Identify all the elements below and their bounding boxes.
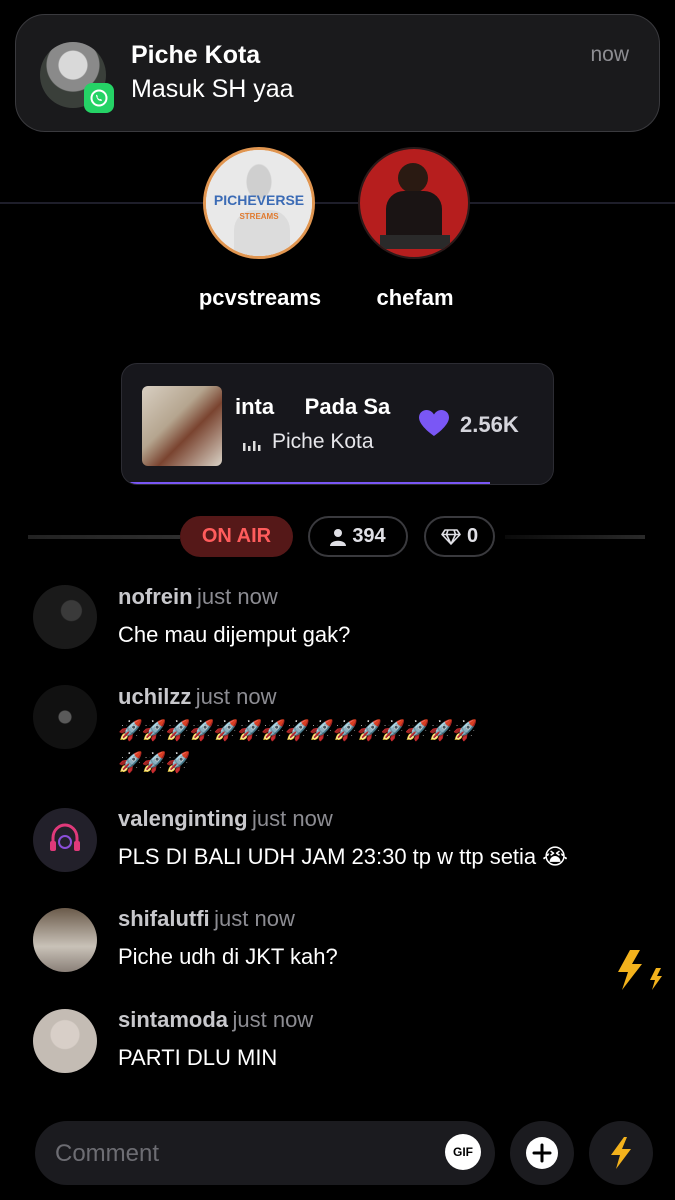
progress-bar <box>122 482 490 484</box>
avatar[interactable] <box>33 585 97 649</box>
header-divider <box>0 202 675 204</box>
chat-username[interactable]: nofrein <box>118 584 193 609</box>
chat-text-continued: 🚀🚀🚀 <box>118 752 191 774</box>
avatar[interactable] <box>33 685 97 749</box>
equalizer-icon <box>242 437 262 456</box>
comment-input[interactable] <box>53 1133 437 1175</box>
boost-button[interactable] <box>589 1121 653 1185</box>
gem-count-pill[interactable]: 0 <box>424 516 495 557</box>
divider-left <box>28 535 180 539</box>
story-logo-text: PICHEVERSE <box>213 192 305 208</box>
chat-username[interactable]: valenginting <box>118 806 248 831</box>
lightning-icon <box>611 1137 631 1169</box>
whatsapp-icon <box>84 83 114 113</box>
story-name-pcvstreams[interactable]: pcvstreams <box>175 285 345 311</box>
story-avatar-chefam[interactable] <box>358 147 470 259</box>
person-icon <box>330 528 347 546</box>
chat-timestamp: just now <box>214 906 295 931</box>
notification-title: Piche Kota <box>131 41 261 69</box>
like-count: 2.56K <box>460 412 519 437</box>
chat-text: Piche udh di JKT kah? <box>118 944 338 969</box>
comment-bar: GIF <box>35 1121 495 1185</box>
gem-count: 0 <box>466 525 479 547</box>
viewer-count-pill[interactable]: 394 <box>308 516 408 557</box>
avatar[interactable] <box>33 1009 97 1073</box>
lightning-icon <box>612 950 668 997</box>
chat-text: PARTI DLU MIN <box>118 1045 278 1070</box>
story-avatar-pcvstreams[interactable]: PICHEVERSE STREAMS <box>203 147 315 259</box>
story-logo-subtext: STREAMS <box>239 212 279 221</box>
chat-timestamp: just now <box>195 684 277 709</box>
chat-timestamp: just now <box>197 584 278 609</box>
now-playing-card[interactable]: inta Pada Sa Piche Kota 2.56K <box>121 363 554 485</box>
chat-username[interactable]: uchilzz <box>118 684 191 709</box>
chat-text: 🚀🚀🚀🚀🚀🚀🚀🚀🚀🚀🚀🚀🚀🚀🚀 <box>118 720 478 742</box>
notification-message: Masuk SH yaa <box>131 75 294 103</box>
chat-text: Che mau dijemput gak? <box>118 622 351 647</box>
chat-username[interactable]: shifalutfi <box>118 906 210 931</box>
viewer-count: 394 <box>352 525 386 547</box>
chat-message: nofrein just now <box>118 584 278 610</box>
notification-banner[interactable]: Piche Kota Masuk SH yaa now <box>15 14 660 132</box>
add-button[interactable] <box>510 1121 574 1185</box>
chat-message: uchilzz just now <box>118 684 277 710</box>
chat-message: sintamoda just now <box>118 1007 313 1033</box>
plus-icon <box>526 1137 558 1169</box>
notification-time: now <box>590 43 629 66</box>
headphones-icon <box>50 823 80 851</box>
album-cover <box>142 386 222 466</box>
chat-message: valenginting just now <box>118 806 333 832</box>
heart-icon[interactable] <box>418 409 450 442</box>
story-name-chefam[interactable]: chefam <box>330 285 500 311</box>
chat-text: PLS DI BALI UDH JAM 23:30 tp w ttp setia… <box>118 844 568 869</box>
on-air-badge: ON AIR <box>180 516 293 557</box>
chat-timestamp: just now <box>232 1007 314 1032</box>
chat-message: shifalutfi just now <box>118 906 295 932</box>
divider-right <box>505 535 645 539</box>
song-title: inta Pada Sa <box>235 394 391 419</box>
chat-username[interactable]: sintamoda <box>118 1007 228 1032</box>
gif-button[interactable]: GIF <box>445 1134 481 1170</box>
song-artist: Piche Kota <box>272 430 374 453</box>
chat-timestamp: just now <box>252 806 333 831</box>
avatar[interactable] <box>33 908 97 972</box>
diamond-icon <box>441 528 461 545</box>
avatar[interactable] <box>33 808 97 872</box>
